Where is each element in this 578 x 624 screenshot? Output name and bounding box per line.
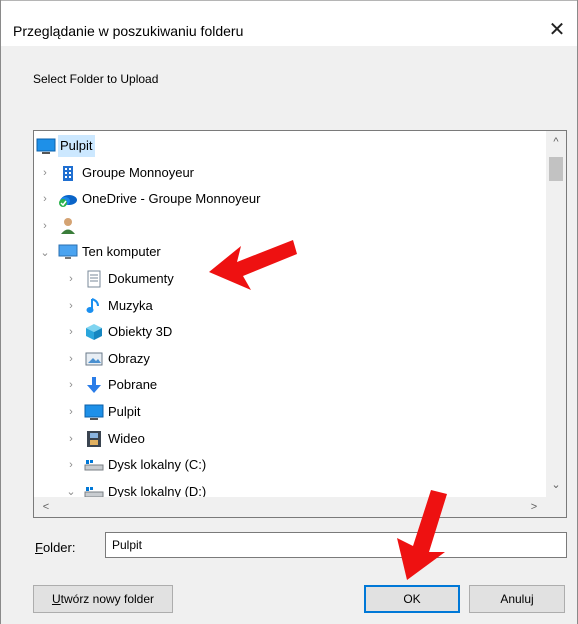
folder-label-text: older: bbox=[42, 540, 76, 555]
tree-item-label: Obiekty 3D bbox=[108, 324, 173, 340]
expander-collapsed-icon[interactable]: › bbox=[64, 378, 78, 392]
tree-item[interactable]: › Muzyka bbox=[34, 293, 546, 319]
scroll-left-button[interactable]: < bbox=[36, 498, 56, 516]
tree-item[interactable]: › Dysk lokalny (C:) bbox=[34, 452, 546, 478]
expander-collapsed-icon[interactable]: › bbox=[64, 325, 78, 339]
video-icon bbox=[84, 429, 104, 449]
drive-icon bbox=[84, 455, 104, 475]
expander-collapsed-icon[interactable]: › bbox=[38, 166, 52, 180]
scrollbar-corner bbox=[546, 497, 566, 517]
tree-item-label: Pulpit bbox=[58, 135, 95, 157]
tree-item-label: Wideo bbox=[108, 430, 145, 446]
expander-collapsed-icon[interactable]: › bbox=[64, 405, 78, 419]
horizontal-scrollbar[interactable]: < > bbox=[34, 497, 546, 517]
expander-collapsed-icon[interactable]: › bbox=[64, 432, 78, 446]
folder-label-accesskey: F bbox=[35, 540, 43, 555]
tree-item[interactable]: ⌄ Ten komputer bbox=[34, 239, 546, 265]
expander-collapsed-icon[interactable]: › bbox=[38, 219, 52, 233]
onedrive-cloud-icon bbox=[58, 189, 78, 209]
scroll-up-button[interactable]: ^ bbox=[546, 133, 566, 151]
user-icon bbox=[58, 216, 78, 236]
pictures-icon bbox=[84, 349, 104, 369]
vertical-scroll-thumb[interactable] bbox=[549, 157, 563, 181]
browse-folder-dialog: Przeglądanie w poszukiwaniu folderu ✕ Se… bbox=[0, 0, 578, 624]
title-bar: Przeglądanie w poszukiwaniu folderu ✕ bbox=[1, 0, 577, 46]
tree-item[interactable]: › Dokumenty bbox=[34, 266, 546, 292]
tree-item[interactable]: › bbox=[34, 213, 546, 239]
tree-item[interactable]: ⌄ Dysk lokalny (D:) bbox=[34, 479, 546, 498]
cube-3d-icon bbox=[84, 322, 104, 342]
building-icon bbox=[58, 163, 78, 183]
desktop-icon bbox=[84, 402, 104, 422]
tree-item-label: OneDrive - Groupe Monnoyeur bbox=[82, 191, 261, 207]
folder-tree[interactable]: Pulpit › Groupe Monnoyeur › OneDrive - Group… bbox=[33, 130, 567, 518]
new-folder-accesskey: U bbox=[51, 592, 61, 606]
folder-field-label: Folder: bbox=[35, 540, 75, 555]
cancel-button[interactable]: Anuluj bbox=[469, 585, 565, 613]
ok-button[interactable]: OK bbox=[364, 585, 460, 613]
tree-item[interactable]: › Wideo bbox=[34, 426, 546, 452]
music-icon bbox=[84, 296, 104, 316]
new-folder-button[interactable]: Utwórz nowy folder bbox=[33, 585, 173, 613]
expander-collapsed-icon[interactable]: › bbox=[38, 192, 52, 206]
tree-item[interactable]: › OneDrive - Groupe Monnoyeur bbox=[34, 186, 546, 212]
folder-input[interactable] bbox=[105, 532, 567, 558]
computer-icon bbox=[58, 242, 78, 262]
desktop-icon bbox=[36, 136, 56, 156]
folder-tree-rows: Pulpit › Groupe Monnoyeur › OneDrive - Group… bbox=[34, 131, 546, 498]
scroll-down-button[interactable]: ⌄ bbox=[546, 476, 566, 494]
tree-item-label: Groupe Monnoyeur bbox=[82, 164, 195, 180]
tree-item-label: Dokumenty bbox=[108, 271, 174, 286]
tree-item[interactable]: › Groupe Monnoyeur bbox=[34, 160, 546, 186]
tree-item-label: Obrazy bbox=[108, 350, 150, 366]
tree-item-label: Dysk lokalny (C:) bbox=[108, 457, 207, 473]
tree-item-label: Dysk lokalny (D:) bbox=[108, 483, 207, 498]
drive-icon bbox=[84, 482, 104, 498]
new-folder-label: twórz nowy folder bbox=[60, 592, 155, 606]
tree-item-label bbox=[80, 215, 84, 237]
tree-item-label: Ten komputer bbox=[82, 244, 161, 260]
close-button[interactable]: ✕ bbox=[543, 17, 571, 43]
scroll-right-button[interactable]: > bbox=[524, 498, 544, 516]
vertical-scrollbar[interactable]: ^ ⌄ bbox=[546, 131, 566, 498]
tree-item[interactable]: › Obiekty 3D bbox=[34, 319, 546, 345]
expander-collapsed-icon[interactable]: › bbox=[64, 299, 78, 313]
dialog-title: Przeglądanie w poszukiwaniu folderu bbox=[13, 23, 244, 39]
tree-item[interactable]: › Obrazy bbox=[34, 346, 546, 372]
download-icon bbox=[84, 375, 104, 395]
expander-expanded-icon[interactable]: ⌄ bbox=[38, 245, 52, 259]
expander-collapsed-icon[interactable]: › bbox=[64, 272, 78, 286]
dialog-prompt: Select Folder to Upload bbox=[33, 72, 159, 86]
tree-item-label: Muzyka bbox=[108, 297, 153, 313]
tree-item[interactable]: Pulpit bbox=[34, 133, 546, 159]
expander-collapsed-icon[interactable]: › bbox=[64, 352, 78, 366]
tree-item-label: Pulpit bbox=[108, 404, 141, 419]
tree-item-label: Pobrane bbox=[108, 377, 158, 393]
documents-icon bbox=[84, 269, 104, 289]
tree-item[interactable]: › Pobrane bbox=[34, 372, 546, 398]
expander-collapsed-icon[interactable]: › bbox=[64, 458, 78, 472]
tree-item[interactable]: › Pulpit bbox=[34, 399, 546, 425]
